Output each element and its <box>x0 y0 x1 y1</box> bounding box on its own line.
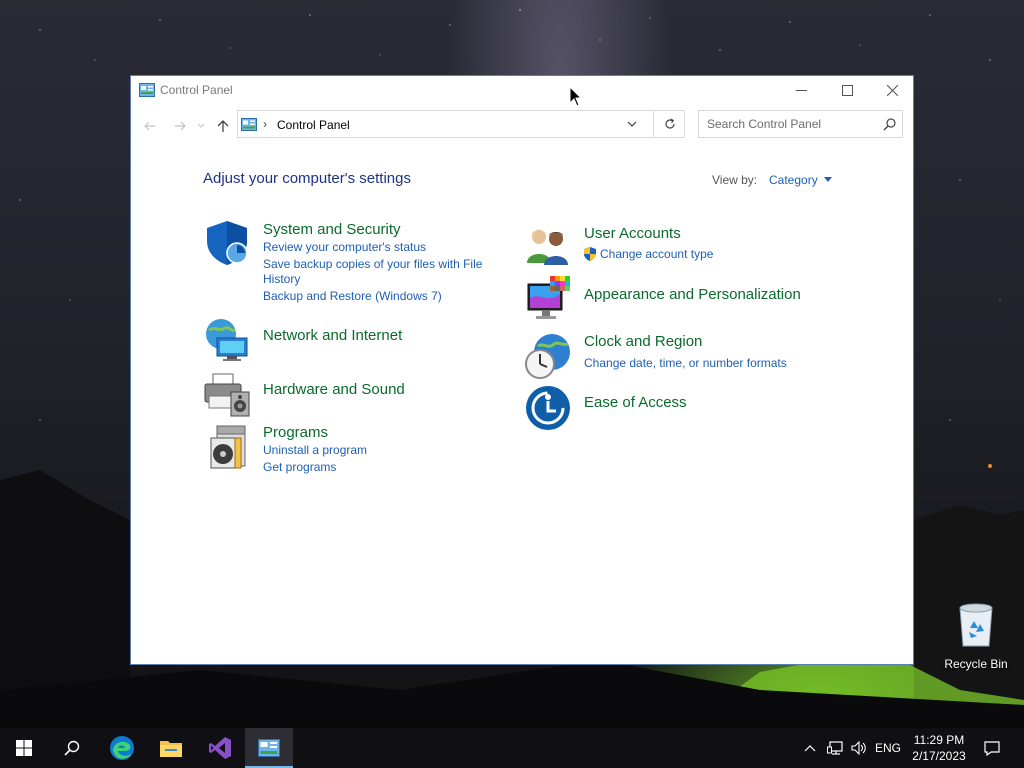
category-title-system-security[interactable]: System and Security <box>263 221 401 238</box>
recent-locations-button[interactable] <box>195 117 207 135</box>
navigation-bar: › Control Panel <box>131 110 915 142</box>
category-title-network[interactable]: Network and Internet <box>263 327 402 344</box>
link-get-programs[interactable]: Get programs <box>263 460 336 475</box>
folder-icon <box>160 741 182 757</box>
category-title-appearance[interactable]: Appearance and Personalization <box>584 286 801 303</box>
visual-studio-icon <box>209 737 231 759</box>
uac-shield-icon <box>584 247 596 261</box>
taskbar-edge[interactable] <box>98 728 146 768</box>
category-title-hardware[interactable]: Hardware and Sound <box>263 381 405 398</box>
control-panel-icon <box>241 118 257 131</box>
recycle-bin-label: Recycle Bin <box>944 657 1008 671</box>
minimize-button[interactable] <box>778 76 824 104</box>
clock-date[interactable]: 2/17/2023 <box>906 748 972 764</box>
category-programs: Programs Uninstall a program Get program… <box>203 424 503 480</box>
category-network: Network and Internet <box>203 316 503 364</box>
clock-globe-icon[interactable] <box>524 332 572 380</box>
users-icon[interactable] <box>524 223 572 271</box>
minimize-icon <box>795 89 807 91</box>
page-title: Adjust your computer's settings <box>203 170 411 187</box>
input-language-label[interactable]: ENG <box>875 741 901 755</box>
back-button[interactable] <box>141 117 159 135</box>
up-button[interactable] <box>214 117 232 135</box>
mouse-cursor-icon <box>569 86 583 107</box>
edge-icon <box>110 736 134 760</box>
breadcrumb-control-panel[interactable]: Control Panel <box>277 118 350 132</box>
input-language-button[interactable]: ENG <box>872 728 904 768</box>
programs-disc-icon[interactable] <box>203 424 251 472</box>
search-box[interactable] <box>698 110 903 138</box>
window-title: Control Panel <box>160 83 233 97</box>
control-panel-icon <box>258 739 280 757</box>
view-by-dropdown[interactable]: Category <box>769 173 832 187</box>
taskbar-visual-studio[interactable] <box>196 728 244 768</box>
desktop-recycle-bin[interactable]: Recycle Bin <box>944 602 1008 671</box>
taskbar-clock[interactable]: 11:29 PM 2/17/2023 <box>906 732 972 764</box>
show-hidden-icons-button[interactable] <box>800 728 820 768</box>
close-button[interactable] <box>869 76 915 104</box>
network-globe-icon[interactable] <box>203 316 251 364</box>
forward-arrow-icon <box>175 121 186 131</box>
view-by-value[interactable]: Category <box>769 173 818 187</box>
category-user-accounts: User Accounts Change account type <box>524 223 824 271</box>
link-file-history[interactable]: Save backup copies of your files with Fi… <box>263 257 493 287</box>
link-change-date-formats[interactable]: Change date, time, or number formats <box>584 356 787 371</box>
link-uninstall-program[interactable]: Uninstall a program <box>263 443 367 458</box>
category-title-user-accounts[interactable]: User Accounts <box>584 225 681 242</box>
dropdown-caret-icon <box>823 177 832 182</box>
breadcrumb-separator-icon[interactable]: › <box>263 117 267 131</box>
category-system-security: System and Security Review your computer… <box>203 219 503 309</box>
taskbar-control-panel[interactable] <box>245 728 293 768</box>
category-hardware: Hardware and Sound <box>203 370 503 418</box>
link-backup-restore[interactable]: Backup and Restore (Windows 7) <box>263 289 442 304</box>
category-title-programs[interactable]: Programs <box>263 424 328 441</box>
taskbar-search-button[interactable] <box>48 728 96 768</box>
title-bar[interactable]: Control Panel <box>131 76 913 104</box>
close-icon <box>886 84 898 96</box>
chevron-up-icon <box>804 745 816 752</box>
taskbar: ENG 11:29 PM 2/17/2023 <box>0 728 1024 768</box>
search-icon <box>64 740 80 756</box>
category-ease-of-access: Ease of Access <box>524 384 824 432</box>
volume-tray-button[interactable] <box>848 728 870 768</box>
link-review-status[interactable]: Review your computer's status <box>263 240 426 255</box>
back-arrow-icon <box>144 121 155 131</box>
refresh-button[interactable] <box>653 110 685 138</box>
clock-time[interactable]: 11:29 PM <box>906 732 972 748</box>
category-title-clock-region[interactable]: Clock and Region <box>584 333 702 350</box>
printer-icon[interactable] <box>203 370 251 418</box>
search-icon[interactable] <box>883 118 896 131</box>
start-button[interactable] <box>0 728 48 768</box>
chevron-down-icon <box>627 121 637 127</box>
forward-button[interactable] <box>171 117 189 135</box>
link-change-account-type[interactable]: Change account type <box>600 247 713 262</box>
network-ethernet-icon <box>827 741 843 755</box>
up-arrow-icon <box>217 119 229 132</box>
address-dropdown-button[interactable] <box>618 111 646 137</box>
chevron-down-icon <box>197 123 205 128</box>
taskbar-file-explorer[interactable] <box>147 728 195 768</box>
action-center-button[interactable] <box>978 728 1006 768</box>
appearance-monitor-icon[interactable] <box>524 276 572 324</box>
control-panel-window: Control Panel › Control Panel Search Con… <box>130 75 914 665</box>
address-bar[interactable]: › Control Panel <box>237 110 685 138</box>
category-appearance: Appearance and Personalization <box>524 276 824 324</box>
ease-of-access-icon[interactable] <box>524 384 572 432</box>
recycle-bin-icon <box>959 603 993 647</box>
maximize-icon <box>841 84 853 96</box>
refresh-icon <box>664 118 675 129</box>
notification-icon <box>984 740 1000 756</box>
maximize-button[interactable] <box>824 76 870 104</box>
category-clock-region: Clock and Region Change date, time, or n… <box>524 332 854 380</box>
category-title-ease-of-access[interactable]: Ease of Access <box>584 394 687 411</box>
control-panel-icon <box>139 83 155 97</box>
speaker-icon <box>851 741 866 755</box>
search-input[interactable] <box>699 111 882 137</box>
view-by-label: View by: <box>712 173 758 187</box>
network-tray-button[interactable] <box>824 728 846 768</box>
windows-logo-icon <box>16 740 32 756</box>
shield-icon[interactable] <box>203 219 251 267</box>
